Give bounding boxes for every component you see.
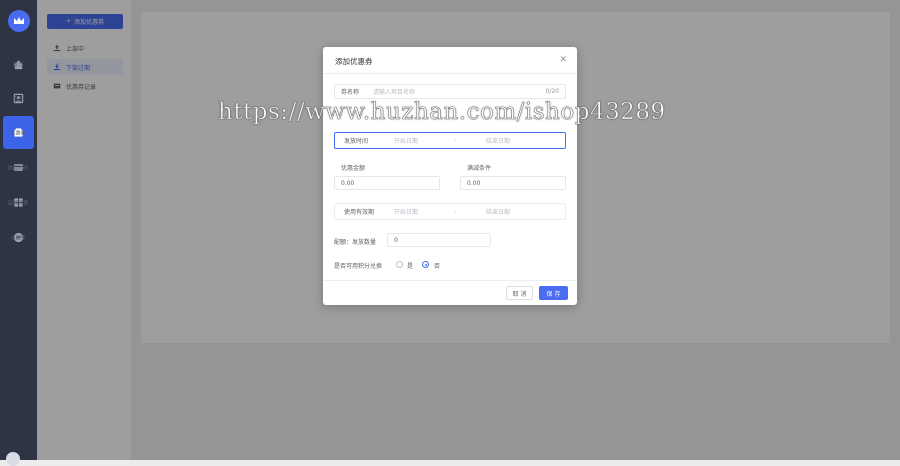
points-no-label: 否: [434, 263, 441, 270]
use-start-date[interactable]: 开始日期: [394, 207, 454, 216]
amount-value: 0.00: [341, 179, 355, 187]
points-yes-radio[interactable]: [396, 261, 403, 268]
sidebar-item-mini-program[interactable]: 小程序: [3, 221, 34, 254]
issue-date-label: 发放时间: [344, 138, 369, 145]
quota-value: 0: [394, 236, 398, 244]
avatar[interactable]: [6, 452, 20, 466]
dialog-title: 添加优惠券: [335, 57, 373, 66]
sidebar-item-label: 优惠券: [10, 130, 27, 137]
points-no-radio[interactable]: [422, 261, 429, 268]
sidebar-item-label: 储值购卡: [8, 165, 29, 172]
watermark-text: https://www.huzhan.com/ishop43289: [218, 99, 666, 126]
sidebar-item-store-settings[interactable]: 店铺设置: [3, 186, 34, 219]
issue-end-date[interactable]: 结束日期: [486, 136, 510, 145]
coupon-name-field[interactable]: 券名称 请输入项目名称 0/20: [334, 84, 566, 99]
main-sidebar: 首页 会员 优惠券 储值购卡 店铺设置 小程序: [0, 0, 37, 466]
sidebar-item-label: 店铺设置: [8, 200, 29, 207]
issue-date-separator: -: [454, 137, 457, 144]
use-date-label: 使用有效期: [344, 209, 375, 216]
threshold-label: 满减条件: [467, 165, 492, 172]
points-yes-label: 是: [407, 263, 414, 270]
amount-input[interactable]: 0.00: [334, 176, 440, 190]
points-exchange-label: 是否可用积分兑换: [334, 263, 383, 270]
cancel-button[interactable]: 取 消: [506, 286, 533, 300]
threshold-input[interactable]: 0.00: [460, 176, 566, 190]
sidebar-item-member[interactable]: 会员: [3, 82, 34, 115]
coupon-name-count: 0/20: [545, 88, 559, 95]
sidebar-item-label: 会员: [13, 96, 24, 103]
amount-label: 优惠金额: [341, 165, 366, 172]
coupon-name-input[interactable]: 请输入项目名称: [373, 87, 546, 96]
divider: [323, 280, 577, 281]
sidebar-item-home[interactable]: 首页: [3, 48, 34, 81]
use-date-separator: -: [454, 208, 457, 215]
issue-date-range[interactable]: 发放时间 开始日期 - 结束日期: [334, 132, 566, 149]
use-date-range[interactable]: 使用有效期 开始日期 - 结束日期: [334, 203, 566, 220]
use-end-date[interactable]: 结束日期: [486, 207, 510, 216]
sidebar-item-card[interactable]: 储值购卡: [3, 151, 34, 184]
divider: [323, 73, 577, 74]
sidebar-item-label: 首页: [13, 62, 24, 69]
quota-input[interactable]: 0: [387, 233, 491, 247]
add-coupon-dialog: 添加优惠券 ✕ 券名称 请输入项目名称 0/20 发放时间 开始日期 - 结束日…: [323, 47, 577, 305]
issue-start-date[interactable]: 开始日期: [394, 136, 454, 145]
crown-logo-icon[interactable]: [8, 10, 30, 32]
quota-label: 配额：发放数量: [334, 239, 377, 246]
sidebar-item-coupon[interactable]: 优惠券: [3, 116, 34, 149]
threshold-value: 0.00: [467, 179, 481, 187]
sidebar-item-label: 小程序: [10, 235, 27, 242]
coupon-name-label: 券名称: [341, 89, 360, 96]
close-icon[interactable]: ✕: [559, 55, 567, 65]
save-button[interactable]: 保 存: [539, 286, 568, 300]
